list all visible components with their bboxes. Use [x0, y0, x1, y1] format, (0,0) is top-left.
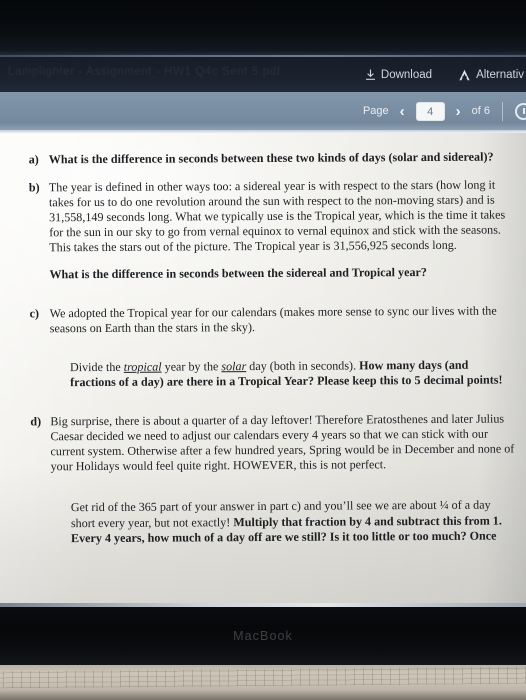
page-total-label: of 6: [471, 105, 490, 117]
chevron-right-icon[interactable]: ›: [454, 104, 463, 119]
c-followup-lead: Divide the: [69, 359, 124, 375]
deck-shadow: [0, 690, 526, 700]
question-item-a: a) What is the difference in seconds bet…: [29, 149, 519, 167]
question-marker-d: d): [30, 414, 42, 429]
question-text-c: We adopted the Tropical year for our cal…: [49, 303, 497, 336]
question-text-a: What is the difference in seconds betwee…: [48, 149, 494, 167]
download-button[interactable]: Download: [365, 69, 432, 81]
c-followup-emphasis-tropical: tropical: [123, 359, 162, 374]
screen-edge-highlight: [0, 603, 526, 607]
page-number-input[interactable]: 4: [415, 101, 445, 121]
c-followup-mid1: year by the: [161, 359, 222, 374]
keyboard-keys: [0, 666, 526, 689]
question-marker-c: c): [29, 306, 40, 321]
question-c-followup: Divide the tropical year by the solar da…: [70, 357, 520, 390]
header-actions: Download Alternativ: [365, 57, 526, 92]
laptop-bottom-bezel: MacBook: [0, 603, 526, 665]
question-d-followup: Get rid of the 365 part of your answer i…: [71, 498, 521, 546]
document-text-body: a) What is the difference in seconds bet…: [0, 133, 526, 603]
page-nav-group: Page ‹ 4 › of 6: [363, 92, 526, 130]
question-text-d: Big surprise, there is about a quarter o…: [50, 411, 515, 474]
question-b-followup: What is the difference in seconds betwee…: [29, 264, 519, 282]
alternative-formats-button[interactable]: Alternativ: [458, 69, 524, 81]
question-marker-a: a): [28, 152, 39, 167]
laptop-photo-screenshot: Lamplighter - Assignment - HW1 Q4c Sent …: [0, 0, 526, 700]
rotate-icon[interactable]: [515, 102, 526, 120]
c-followup-emphasis-solar: solar: [221, 358, 247, 374]
question-text-b: The year is defined in other ways too: a…: [48, 177, 506, 255]
download-label: Download: [380, 68, 433, 81]
document-title-faint: Lamplighter - Assignment - HW1 Q4c Sent …: [8, 66, 281, 78]
app-header-bar: Lamplighter - Assignment - HW1 Q4c Sent …: [0, 57, 526, 92]
question-b-bold-prompt: What is the difference in seconds betwee…: [49, 264, 427, 281]
document-page: a) What is the difference in seconds bet…: [0, 133, 526, 603]
question-marker-b: b): [28, 180, 40, 195]
page-label: Page: [362, 105, 389, 117]
question-item-b: b) The year is defined in other ways too…: [29, 178, 519, 256]
page-navigation-toolbar: Page ‹ 4 › of 6: [0, 92, 526, 133]
chevron-left-icon[interactable]: ‹: [398, 104, 407, 119]
alternative-formats-label: Alternativ: [476, 68, 524, 81]
toolbar-divider: [502, 101, 503, 121]
device-label: MacBook: [233, 629, 293, 643]
c-followup-mid2: day (both in seconds).: [246, 358, 360, 373]
spacer-marker: [29, 267, 49, 282]
question-item-d: d) Big surprise, there is about a quarte…: [30, 411, 520, 474]
accessibility-a-icon: [458, 69, 471, 81]
laptop-keyboard-deck: [0, 665, 526, 700]
download-icon: [365, 69, 376, 81]
question-item-c: c) We adopted the Tropical year for our …: [30, 303, 520, 336]
laptop-top-bezel: [0, 0, 526, 57]
